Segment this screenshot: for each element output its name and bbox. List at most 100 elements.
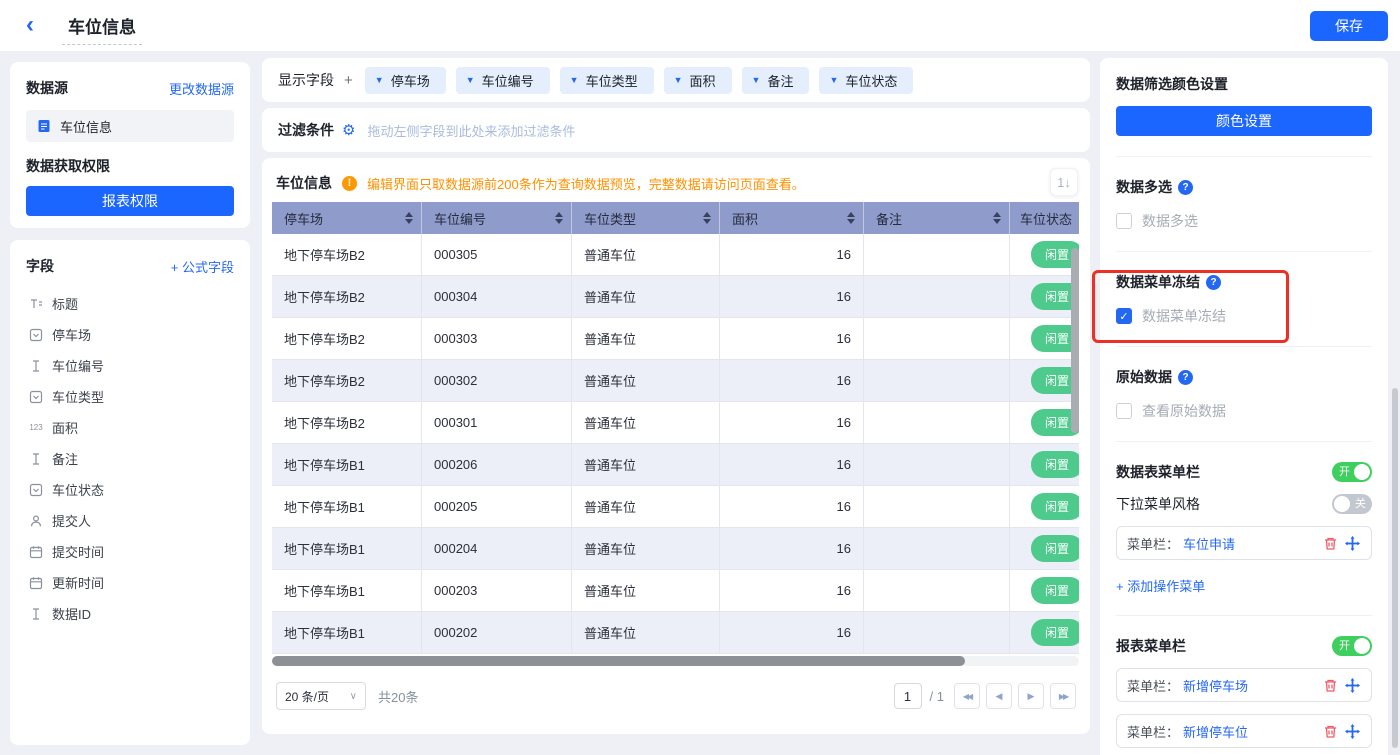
table-row[interactable]: 地下停车场B2000303普通车位16闲置 (272, 318, 1079, 360)
field-item-title[interactable]: 标题 (26, 288, 234, 319)
chip-space-type[interactable]: ▼车位类型 (560, 67, 654, 94)
add-display-field-button[interactable]: + (344, 72, 353, 89)
display-fields-bar: 显示字段 + ▼停车场 ▼车位编号 ▼车位类型 ▼面积 ▼备注 ▼车位状态 (262, 58, 1090, 102)
trash-icon[interactable] (1321, 676, 1339, 694)
datasource-item[interactable]: 车位信息 (26, 110, 234, 142)
title-field-icon (28, 296, 44, 312)
color-settings-button[interactable]: 颜色设置 (1116, 106, 1372, 136)
data-table: 停车场 车位编号 车位类型 面积 备注 车位状态 地下停车场B2000305普通… (272, 202, 1079, 654)
help-icon[interactable]: ? (1178, 370, 1193, 385)
table-menubar-toggle[interactable]: 开 (1332, 462, 1372, 482)
sort-settings-button[interactable]: 1↓ (1050, 168, 1078, 196)
menu-freeze-checkbox-row[interactable]: ✓ 数据菜单冻结 (1116, 306, 1372, 326)
column-header-parking-lot[interactable]: 停车场 (272, 202, 422, 234)
checkbox-checked[interactable]: ✓ (1116, 308, 1132, 324)
field-item-space-code[interactable]: 车位编号 (26, 350, 234, 381)
table-row[interactable]: 地下停车场B1000204普通车位16闲置 (272, 528, 1079, 570)
field-item-update-time[interactable]: 更新时间 (26, 567, 234, 598)
table-row[interactable]: 地下停车场B2000301普通车位16闲置 (272, 402, 1079, 444)
prev-page-button[interactable]: ◀ (986, 683, 1012, 709)
table-row[interactable]: 地下停车场B1000206普通车位16闲置 (272, 444, 1079, 486)
sort-icon[interactable] (703, 212, 711, 224)
field-item-space-status[interactable]: 车位状态 (26, 474, 234, 505)
sort-icon[interactable] (405, 212, 413, 224)
table-horizontal-scrollbar[interactable] (272, 656, 1079, 666)
save-button[interactable]: 保存 (1310, 11, 1388, 41)
fields-panel: 字段 + 公式字段 标题 停车场 车位编号 车位类型 12 (10, 240, 250, 745)
field-item-space-type[interactable]: 车位类型 (26, 381, 234, 412)
raw-data-checkbox-row[interactable]: 查看原始数据 (1116, 401, 1372, 421)
column-header-space-code[interactable]: 车位编号 (422, 202, 572, 234)
add-formula-field-link[interactable]: + 公式字段 (171, 257, 234, 276)
table-vertical-scrollbar[interactable] (1071, 248, 1079, 433)
table-row[interactable]: 地下停车场B2000305普通车位16闲置 (272, 234, 1079, 276)
select-field-icon (28, 327, 44, 343)
table-row[interactable]: 地下停车场B2000302普通车位16闲置 (272, 360, 1079, 402)
page-title[interactable]: 车位信息 (62, 13, 142, 45)
column-header-remark[interactable]: 备注 (864, 202, 1010, 234)
add-action-menu-link[interactable]: + 添加操作菜单 (1116, 576, 1372, 595)
trash-icon[interactable] (1321, 722, 1339, 740)
field-item-remark[interactable]: 备注 (26, 443, 234, 474)
page-scrollbar[interactable] (1392, 388, 1398, 748)
table-row[interactable]: 地下停车场B2000304普通车位16闲置 (272, 276, 1079, 318)
back-icon[interactable]: ‹ (26, 12, 34, 38)
page-size-select[interactable]: 20 条/页 ∨ (276, 682, 366, 710)
help-icon[interactable]: ? (1178, 180, 1193, 195)
chip-remark[interactable]: ▼备注 (742, 67, 810, 94)
checkbox-unchecked[interactable] (1116, 403, 1132, 419)
change-datasource-link[interactable]: 更改数据源 (169, 79, 234, 98)
field-item-submit-time[interactable]: 提交时间 (26, 536, 234, 567)
divider (1116, 441, 1372, 442)
column-header-space-status[interactable]: 车位状态 (1010, 202, 1079, 234)
current-page-input[interactable]: 1 (894, 683, 922, 709)
table-row[interactable]: 地下停车场B1000205普通车位16闲置 (272, 486, 1079, 528)
multi-select-title: 数据多选 ? (1116, 177, 1372, 197)
filter-label: 过滤条件 (278, 120, 334, 140)
next-page-button[interactable]: ▶ (1018, 683, 1044, 709)
table-row[interactable]: 地下停车场B1000203普通车位16闲置 (272, 570, 1079, 612)
filter-dropzone-placeholder[interactable]: 拖动左侧字段到此处来添加过滤条件 (367, 121, 575, 140)
field-item-data-id[interactable]: 数据ID (26, 598, 234, 629)
sort-icon[interactable] (847, 212, 855, 224)
color-settings-title: 数据筛选颜色设置 (1116, 74, 1372, 94)
divider (1116, 156, 1372, 157)
toggle-knob (1354, 638, 1370, 654)
datasource-panel: 数据源 更改数据源 车位信息 数据获取权限 报表权限 (10, 62, 250, 228)
move-icon[interactable] (1343, 676, 1361, 694)
gear-icon[interactable]: ⚙ (342, 123, 355, 138)
move-icon[interactable] (1343, 722, 1361, 740)
chip-space-status[interactable]: ▼车位状态 (819, 67, 913, 94)
sort-icon[interactable] (555, 212, 563, 224)
report-menubar-toggle[interactable]: 开 (1332, 636, 1372, 656)
field-item-area[interactable]: 123 面积 (26, 412, 234, 443)
report-menu-item[interactable]: 菜单栏： 新增停车场 (1116, 668, 1372, 702)
field-item-parking-lot[interactable]: 停车场 (26, 319, 234, 350)
report-permission-button[interactable]: 报表权限 (26, 186, 234, 216)
chip-area[interactable]: ▼面积 (664, 67, 732, 94)
trash-icon[interactable] (1321, 534, 1339, 552)
sort-icon[interactable] (993, 212, 1001, 224)
scrollbar-thumb[interactable] (272, 656, 965, 666)
number-field-icon: 123 (28, 420, 44, 436)
last-page-button[interactable]: ▶▶ (1050, 683, 1076, 709)
chevron-down-icon: ▼ (829, 76, 838, 85)
help-icon[interactable]: ? (1206, 275, 1221, 290)
chip-parking-lot[interactable]: ▼停车场 (365, 67, 446, 94)
column-header-space-type[interactable]: 车位类型 (572, 202, 720, 234)
field-item-submitter[interactable]: 提交人 (26, 505, 234, 536)
calendar-field-icon (28, 575, 44, 591)
multi-select-checkbox-row[interactable]: 数据多选 (1116, 211, 1372, 231)
settings-panel: 数据筛选颜色设置 颜色设置 数据多选 ? 数据多选 数据菜单冻结 ? ✓ 数据菜… (1100, 58, 1388, 755)
table-row[interactable]: 地下停车场B1000202普通车位16闲置 (272, 612, 1079, 654)
datasource-item-label: 车位信息 (60, 117, 112, 136)
column-header-area[interactable]: 面积 (720, 202, 864, 234)
report-menu-item[interactable]: 菜单栏： 新增停车位 (1116, 714, 1372, 748)
first-page-button[interactable]: ◀◀ (954, 683, 980, 709)
chip-space-code[interactable]: ▼车位编号 (456, 67, 550, 94)
dropdown-style-toggle[interactable]: 关 (1332, 494, 1372, 514)
display-fields-label: 显示字段 (278, 70, 334, 90)
move-icon[interactable] (1343, 534, 1361, 552)
checkbox-unchecked[interactable] (1116, 213, 1132, 229)
action-menu-item[interactable]: 菜单栏： 车位申请 (1116, 526, 1372, 560)
